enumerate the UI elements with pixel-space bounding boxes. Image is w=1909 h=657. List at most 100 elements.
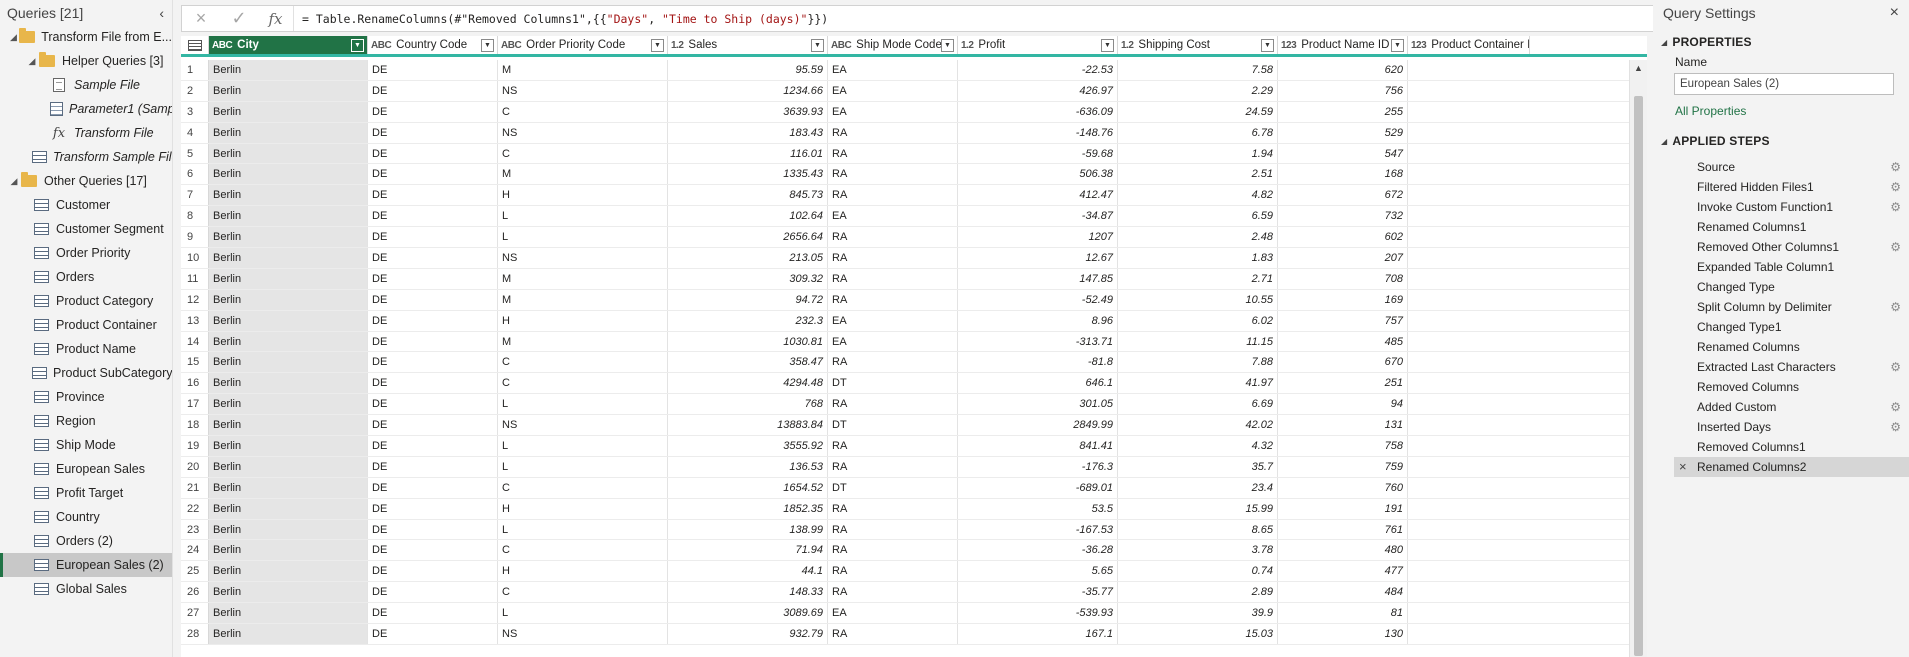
table-cell[interactable]: Berlin (209, 624, 368, 644)
table-cell[interactable]: RA (828, 268, 958, 289)
table-cell[interactable]: RA (828, 519, 958, 540)
table-cell[interactable]: 2656.64 (668, 227, 828, 248)
table-cell[interactable]: RA (828, 498, 958, 519)
table-cell[interactable]: NS (498, 248, 668, 268)
query-item[interactable]: fx Transform File (0, 121, 172, 145)
table-cell[interactable]: DE (368, 310, 498, 331)
table-cell[interactable]: 2.29 (1118, 80, 1278, 101)
applied-step[interactable]: Extracted Last Characters ⚙ (1674, 357, 1909, 377)
table-cell[interactable]: 42.02 (1118, 415, 1278, 436)
gear-icon[interactable]: ⚙ (1890, 200, 1901, 214)
query-item[interactable]: Order Priority (0, 241, 172, 265)
table-cell[interactable]: 35.7 (1118, 456, 1278, 477)
table-cell[interactable]: DE (368, 519, 498, 540)
table-cell[interactable]: Berlin (209, 310, 368, 331)
query-item[interactable]: Product Category (0, 289, 172, 313)
table-cell[interactable]: Berlin (209, 185, 368, 206)
row-number[interactable]: 16 (181, 373, 209, 394)
query-item[interactable]: Customer (0, 193, 172, 217)
table-cell[interactable]: RA (828, 248, 958, 268)
table-cell[interactable]: 529 (1278, 122, 1408, 143)
gear-icon[interactable]: ⚙ (1890, 180, 1901, 194)
table-cell[interactable]: 670 (1278, 352, 1408, 373)
table-cell[interactable]: 1.83 (1118, 248, 1278, 268)
table-cell[interactable]: DE (368, 101, 498, 122)
gear-icon[interactable]: ⚙ (1890, 300, 1901, 314)
applied-step[interactable]: Changed Type (1674, 277, 1909, 297)
table-cell[interactable]: C (498, 373, 668, 394)
table-cell[interactable]: 53.5 (958, 498, 1118, 519)
table-cell[interactable]: 480 (1278, 540, 1408, 561)
table-cell[interactable]: 131 (1278, 415, 1408, 436)
column-header[interactable]: ABC Country Code ▼ (368, 36, 498, 54)
table-cell[interactable]: C (498, 582, 668, 603)
table-cell[interactable]: EA (828, 101, 958, 122)
query-item[interactable]: European Sales (2) (0, 553, 172, 577)
table-cell[interactable]: Berlin (209, 582, 368, 603)
table-menu-button[interactable] (181, 36, 209, 54)
table-cell[interactable]: 2.71 (1118, 268, 1278, 289)
query-item[interactable]: Product Name (0, 337, 172, 361)
table-cell[interactable]: 1654.52 (668, 477, 828, 498)
table-cell[interactable]: Berlin (209, 101, 368, 122)
table-cell[interactable]: 761 (1278, 519, 1408, 540)
table-cell[interactable]: DE (368, 352, 498, 373)
table-cell[interactable]: L (498, 206, 668, 227)
row-number[interactable]: 2 (181, 80, 209, 101)
table-cell[interactable]: 136.53 (668, 456, 828, 477)
table-cell[interactable]: 8.96 (958, 310, 1118, 331)
filter-dropdown-icon[interactable]: ▼ (1391, 38, 1404, 52)
table-cell[interactable]: Berlin (209, 394, 368, 415)
gear-icon[interactable]: ⚙ (1890, 420, 1901, 434)
table-cell[interactable]: L (498, 394, 668, 415)
table-cell[interactable]: 547 (1278, 143, 1408, 164)
filter-dropdown-icon[interactable]: ▼ (811, 38, 824, 52)
table-cell[interactable]: 81 (1278, 603, 1408, 624)
table-cell[interactable]: 412.47 (958, 185, 1118, 206)
query-item[interactable]: Customer Segment (0, 217, 172, 241)
table-cell[interactable]: RA (828, 352, 958, 373)
table-cell[interactable]: 138.99 (668, 519, 828, 540)
table-cell[interactable]: 477 (1278, 561, 1408, 582)
table-cell[interactable]: Berlin (209, 436, 368, 456)
table-cell[interactable]: 646.1 (958, 373, 1118, 394)
table-cell[interactable]: 116.01 (668, 143, 828, 164)
row-number[interactable]: 21 (181, 477, 209, 498)
all-properties-link[interactable]: All Properties (1675, 104, 1909, 118)
table-cell[interactable]: Berlin (209, 206, 368, 227)
table-cell[interactable]: 1852.35 (668, 498, 828, 519)
table-cell[interactable]: RA (828, 185, 958, 206)
table-cell[interactable]: 358.47 (668, 352, 828, 373)
table-cell[interactable]: 3639.93 (668, 101, 828, 122)
table-cell[interactable]: 7.88 (1118, 352, 1278, 373)
table-cell[interactable]: 11.15 (1118, 331, 1278, 352)
column-type-icon[interactable]: 1.2 (671, 40, 684, 51)
table-cell[interactable]: H (498, 561, 668, 582)
table-cell[interactable]: C (498, 352, 668, 373)
column-type-icon[interactable]: ABC (831, 40, 852, 51)
table-cell[interactable]: Berlin (209, 227, 368, 248)
table-cell[interactable]: DE (368, 436, 498, 456)
gear-icon[interactable]: ⚙ (1890, 240, 1901, 254)
table-cell[interactable]: Berlin (209, 331, 368, 352)
table-cell[interactable]: 10.55 (1118, 289, 1278, 310)
table-cell[interactable]: 213.05 (668, 248, 828, 268)
table-cell[interactable]: EA (828, 603, 958, 624)
applied-step[interactable]: Filtered Hidden Files1 ⚙ (1674, 177, 1909, 197)
table-cell[interactable]: 5.65 (958, 561, 1118, 582)
filter-dropdown-icon[interactable]: ▼ (351, 38, 364, 52)
table-cell[interactable]: 0.74 (1118, 561, 1278, 582)
table-cell[interactable]: -689.01 (958, 477, 1118, 498)
expand-caret-icon[interactable]: ◢ (8, 32, 19, 43)
table-cell[interactable]: 602 (1278, 227, 1408, 248)
row-number[interactable]: 17 (181, 394, 209, 415)
cancel-formula-button[interactable]: × (182, 8, 220, 29)
table-cell[interactable]: 485 (1278, 331, 1408, 352)
table-cell[interactable]: Berlin (209, 143, 368, 164)
table-cell[interactable]: 756 (1278, 80, 1408, 101)
query-item[interactable]: European Sales (0, 457, 172, 481)
properties-section[interactable]: ◢ PROPERTIES (1661, 35, 1909, 49)
close-icon[interactable]: × (1890, 4, 1899, 22)
table-cell[interactable]: 95.59 (668, 60, 828, 80)
table-cell[interactable]: 147.85 (958, 268, 1118, 289)
